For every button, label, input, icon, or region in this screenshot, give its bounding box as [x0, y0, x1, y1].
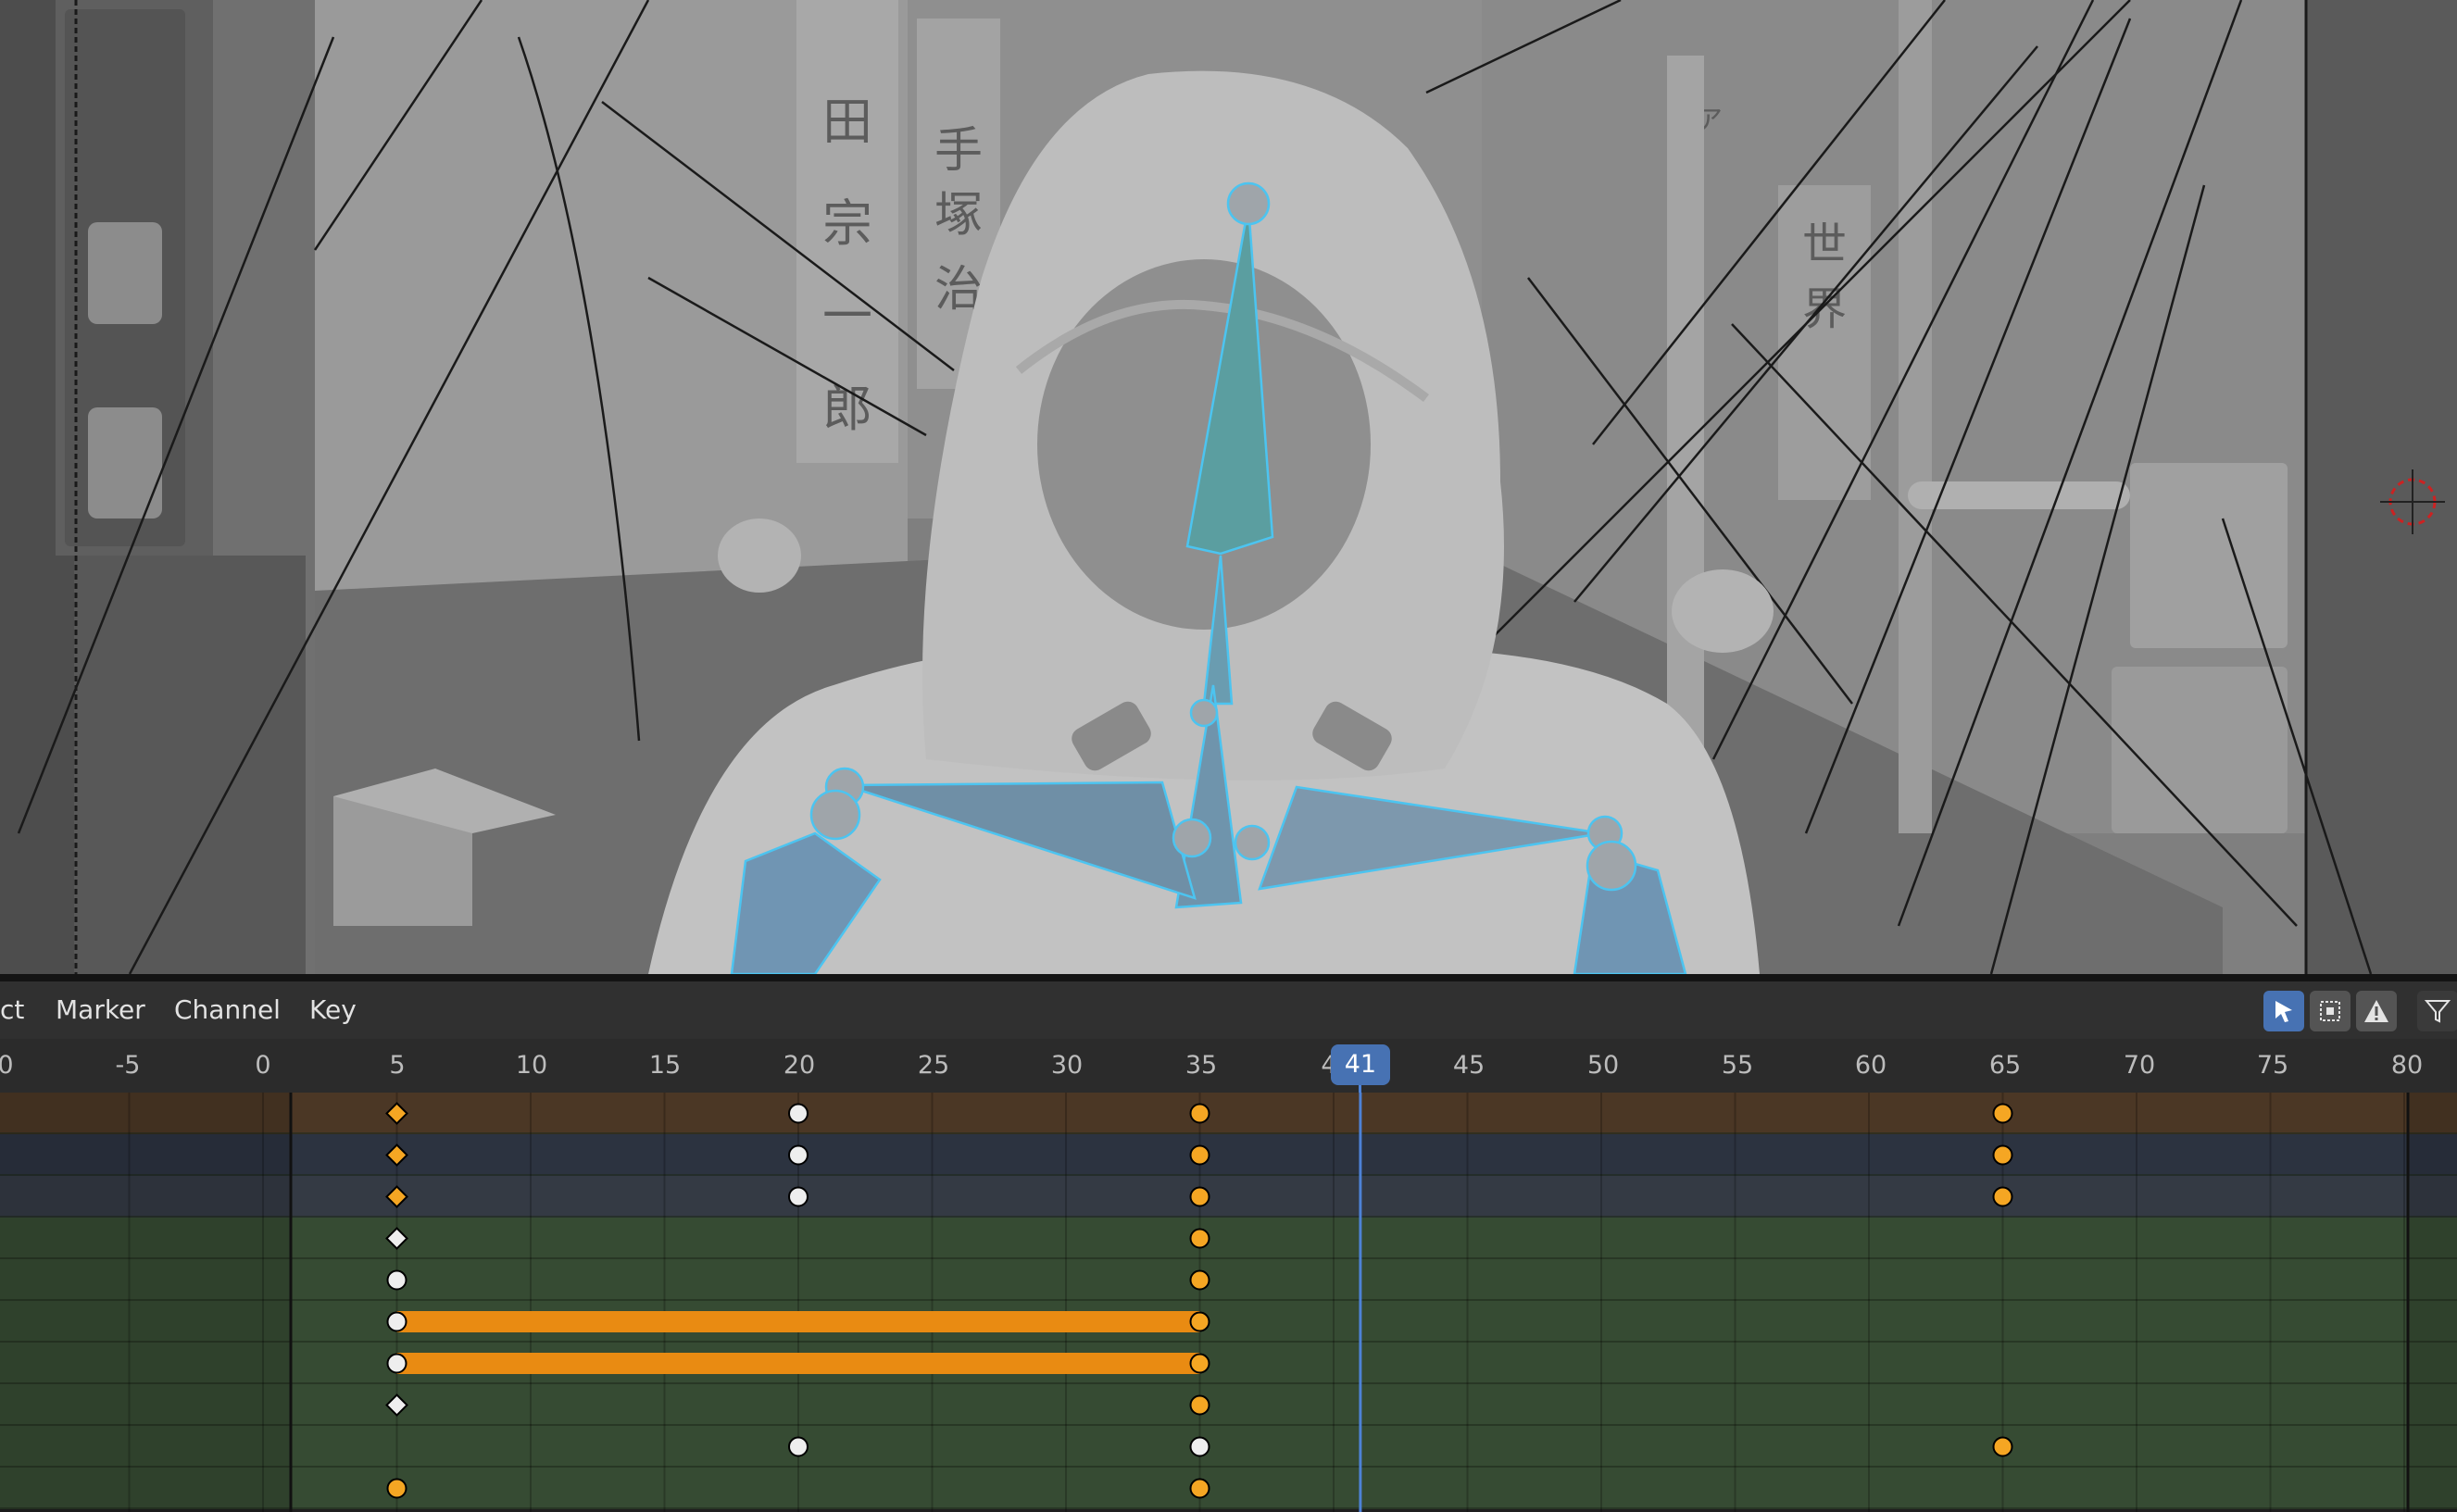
- svg-text:世: 世: [1802, 219, 1847, 270]
- menu-select[interactable]: ct: [0, 993, 31, 1028]
- tick-label: 10: [515, 1051, 548, 1080]
- filters-button[interactable]: [2417, 991, 2457, 1031]
- tick-label: 5: [389, 1051, 406, 1080]
- frame-ruler[interactable]: 0 -5 0 5 10 15 20 25 30 35 4 45 50 55 60…: [0, 1039, 2457, 1093]
- keyframe-circle: [1992, 1144, 2013, 1166]
- tick-label: 20: [783, 1051, 816, 1080]
- keyframe-circle: [386, 1353, 407, 1374]
- current-frame-indicator[interactable]: 41: [1330, 1044, 1390, 1085]
- channel-row: [0, 1176, 2457, 1218]
- tick-label: 65: [1988, 1051, 2022, 1080]
- tick-label: 25: [917, 1051, 950, 1080]
- keyframe-circle: [1189, 1436, 1210, 1457]
- keyframe-circle: [788, 1144, 809, 1166]
- trash-bag: [718, 519, 801, 593]
- tick-label: 15: [648, 1051, 682, 1080]
- tick-label: 80: [2390, 1051, 2424, 1080]
- editor-divider[interactable]: [0, 974, 2457, 981]
- keyframe-circle: [1992, 1436, 2013, 1457]
- keyframe-circle: [1189, 1186, 1210, 1207]
- keyframe-circle: [788, 1103, 809, 1124]
- channel-row: [0, 1384, 2457, 1426]
- air-conditioner-2: [2112, 667, 2288, 833]
- trash-bag-2: [1672, 569, 1774, 653]
- channel-row: [0, 1093, 2457, 1134]
- keyframe-canvas: [0, 1093, 2457, 1512]
- out-of-range-left: [0, 1093, 291, 1512]
- svg-text:手: 手: [934, 123, 983, 179]
- channel-row: [0, 1468, 2457, 1509]
- svg-text:宗: 宗: [822, 194, 872, 253]
- filter-icon: [2424, 1000, 2451, 1023]
- channel-row: [0, 1259, 2457, 1301]
- svg-text:郎: 郎: [822, 380, 872, 438]
- svg-text:塚: 塚: [934, 188, 983, 244]
- channel-row: [0, 1218, 2457, 1259]
- keyframe-circle: [1992, 1186, 2013, 1207]
- tick-label: 35: [1185, 1051, 1218, 1080]
- keyframe-circle: [1992, 1103, 2013, 1124]
- channel-row: [0, 1426, 2457, 1468]
- tick-label: 60: [1854, 1051, 1887, 1080]
- keyframe-circle: [1189, 1269, 1210, 1291]
- tick-label: 0: [0, 1051, 14, 1080]
- playhead-ruler-line: [1359, 1085, 1362, 1093]
- tick-label: 0: [255, 1051, 271, 1080]
- tick-label: 70: [2123, 1051, 2156, 1080]
- svg-text:一: 一: [822, 287, 872, 345]
- air-conditioner: [2130, 463, 2288, 648]
- keyframe-circle: [386, 1269, 407, 1291]
- channel-row: [0, 1301, 2457, 1343]
- hold-bar: [396, 1353, 1200, 1374]
- keyframe-circle: [788, 1436, 809, 1457]
- channel-row: [0, 1134, 2457, 1176]
- tick-label: 50: [1586, 1051, 1620, 1080]
- keyframe-circle: [1189, 1394, 1210, 1416]
- menu-key[interactable]: Key: [302, 993, 364, 1028]
- warning-icon: [2364, 1000, 2388, 1022]
- menu-channel[interactable]: Channel: [167, 993, 288, 1028]
- dope-sheet-header: ct Marker Channel Key: [0, 981, 2457, 1040]
- tick-label: 45: [1452, 1051, 1485, 1080]
- viewport-scene: 田 宗 一 郎 手 塚 治 世 界 ア: [0, 0, 2457, 974]
- svg-text:田: 田: [822, 93, 872, 151]
- keyframe-circle: [1189, 1353, 1210, 1374]
- dope-sheet-keyframes[interactable]: [0, 1093, 2457, 1512]
- keyframe-circle: [1189, 1228, 1210, 1249]
- menu-marker[interactable]: Marker: [48, 993, 153, 1028]
- tick-label: 55: [1721, 1051, 1754, 1080]
- tick-label: -5: [115, 1051, 141, 1080]
- character-mask: [1037, 259, 1371, 630]
- box-select-icon: [2320, 1001, 2340, 1021]
- show-hidden-button[interactable]: [2310, 991, 2350, 1031]
- keyframe-circle: [1189, 1144, 1210, 1166]
- hold-bar: [396, 1311, 1200, 1332]
- only-show-errors-button[interactable]: [2356, 991, 2397, 1031]
- keyframe-circle: [788, 1186, 809, 1207]
- tick-label: 75: [2256, 1051, 2289, 1080]
- keyframe-circle: [386, 1478, 407, 1499]
- keyframe-circle: [1189, 1478, 1210, 1499]
- channel-row: [0, 1343, 2457, 1384]
- keyframe-circle: [1189, 1311, 1210, 1332]
- out-of-range-right: [2408, 1093, 2457, 1512]
- right-wall: [2306, 0, 2457, 974]
- only-show-selected-button[interactable]: [2263, 991, 2304, 1031]
- tick-label: 30: [1050, 1051, 1084, 1080]
- select-icon: [2275, 1001, 2292, 1022]
- keyframe-circle: [386, 1311, 407, 1332]
- 3d-viewport[interactable]: 田 宗 一 郎 手 塚 治 世 界 ア: [0, 0, 2457, 974]
- keyframe-circle: [1189, 1103, 1210, 1124]
